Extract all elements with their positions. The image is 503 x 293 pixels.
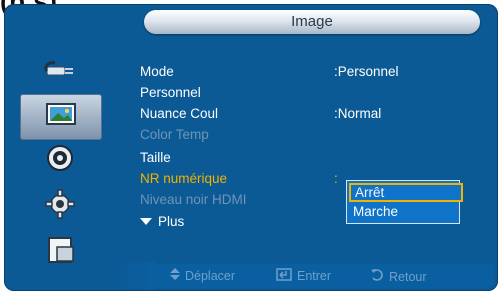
dropdown-option-arret[interactable]: Arrêt xyxy=(349,183,463,202)
menu-item-taille[interactable]: Taille xyxy=(140,150,470,170)
multi-screen-icon xyxy=(43,235,77,270)
sidebar-item-input[interactable] xyxy=(20,50,100,94)
input-plug-icon xyxy=(43,57,77,88)
sidebar-item-setup[interactable] xyxy=(20,184,100,228)
sidebar xyxy=(10,48,114,280)
menu-item-nuance-coul[interactable]: Nuance Coul :Normal xyxy=(140,106,470,126)
menu-title: Image xyxy=(144,10,480,34)
hint-move-label: Déplacer xyxy=(185,268,236,283)
hint-return: Retour xyxy=(370,268,427,285)
menu-item-label: Mode xyxy=(140,64,174,79)
menu-item-label: Niveau noir HDMI xyxy=(140,192,247,207)
hint-return-label: Retour xyxy=(389,269,427,284)
menu-item-label: Nuance Coul xyxy=(140,106,219,121)
bottom-hint-bar: Déplacer Entrer Retour xyxy=(148,264,494,288)
sidebar-item-picture[interactable] xyxy=(20,94,102,140)
menu-item-label: Color Temp xyxy=(140,127,209,142)
menu-item-value: : xyxy=(334,171,338,186)
hint-move: Déplacer xyxy=(170,268,235,283)
hint-enter: Entrer xyxy=(276,268,331,284)
triangle-down-icon xyxy=(140,218,152,225)
menu-item-label: Personnel xyxy=(140,85,201,100)
menu-item-label: Taille xyxy=(140,150,171,165)
sidebar-item-sound[interactable] xyxy=(20,138,100,182)
return-arrow-icon xyxy=(370,268,384,285)
up-down-arrows-icon xyxy=(170,268,180,283)
hint-enter-label: Entrer xyxy=(297,269,332,283)
menu-item-color-temp: Color Temp xyxy=(140,127,470,147)
menu-item-value: :Personnel xyxy=(334,64,399,79)
menu-item-label: NR numérique xyxy=(140,171,228,186)
nr-numerique-dropdown[interactable]: Arrêt Marche xyxy=(346,180,463,224)
setup-gear-icon xyxy=(44,188,76,225)
sidebar-item-multi-screen[interactable] xyxy=(20,230,100,274)
menu-item-mode[interactable]: Mode :Personnel xyxy=(140,64,470,84)
osd-menu-window: Image Mode:Personnel Personnel Nuance C… xyxy=(4,4,498,291)
enter-icon xyxy=(276,268,292,284)
menu-item-personnel[interactable]: Personnel xyxy=(140,85,470,105)
dropdown-option-marche[interactable]: Marche xyxy=(349,203,459,221)
menu-item-value: :Normal xyxy=(334,106,382,121)
picture-icon xyxy=(44,101,78,134)
menu-item-label: Plus xyxy=(158,214,185,229)
sound-speaker-icon xyxy=(45,143,75,178)
